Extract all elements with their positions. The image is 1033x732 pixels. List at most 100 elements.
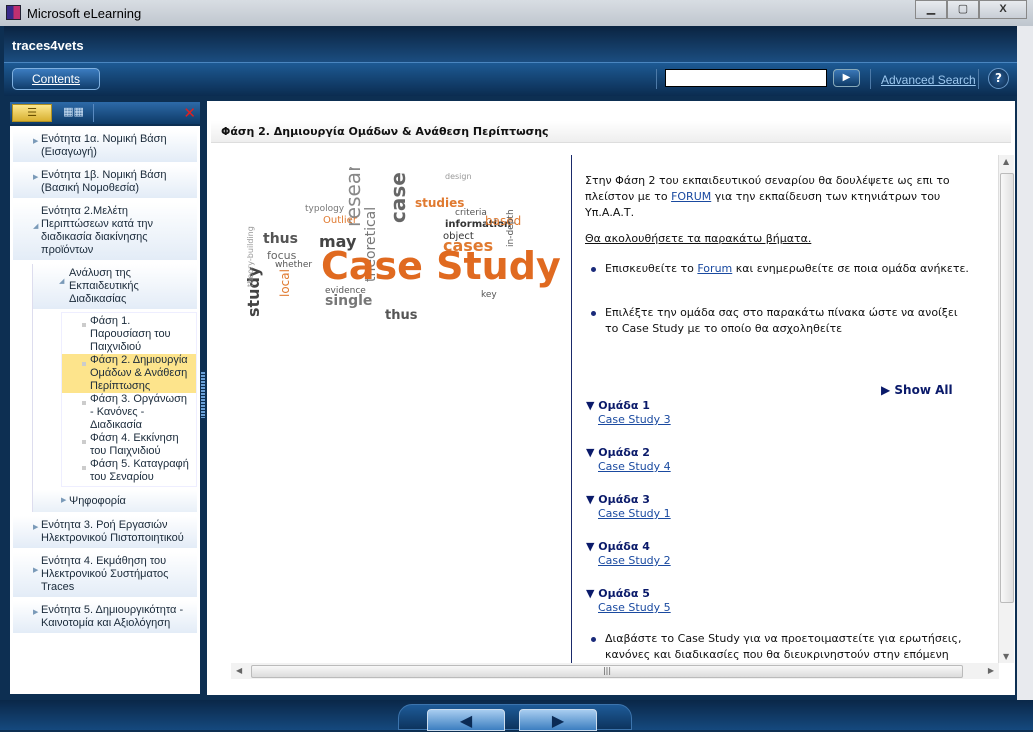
tree-leaf[interactable]: Φάση 5. Καταγραφή του Σεναρίου <box>62 458 196 484</box>
previous-button[interactable]: ◀ <box>427 709 505 731</box>
tree-leaf-label: Φάση 2. Δημιουργία Ομάδων & Ανάθεση Περί… <box>90 354 188 392</box>
thumbnail-view-tab[interactable]: ▦▦ <box>54 104 94 122</box>
group-name: Ομάδα 2 <box>598 446 650 459</box>
desktop-edge <box>1017 26 1033 730</box>
advanced-search-link[interactable]: Advanced Search <box>881 73 976 87</box>
bullet-text: και ενημερωθείτε σε ποια ομάδα ανήκετε. <box>732 262 969 275</box>
scroll-left-icon[interactable]: ◀ <box>236 666 242 675</box>
group-toggle[interactable]: ▼ Ομάδα 4 <box>586 540 650 553</box>
expand-arrow-icon: ▶ <box>881 383 895 397</box>
expand-arrow-icon: ▶ <box>61 497 67 504</box>
column-divider <box>571 155 572 663</box>
next-arrow-icon: ▶ <box>551 711 565 730</box>
scroll-down-icon[interactable]: ▼ <box>1003 652 1009 661</box>
contents-button[interactable]: Contents <box>12 68 100 90</box>
group-toggle[interactable]: ▼ Ομάδα 1 <box>586 399 650 412</box>
tree-item[interactable]: ▶ Ενότητα 1α. Νομική Βάση (Εισαγωγή) <box>13 130 197 162</box>
search-go-button[interactable]: ▶ <box>833 69 860 87</box>
tree-item-label: Ενότητα 2.Μελέτη Περιπτώσεων κατά την δι… <box>41 205 154 256</box>
case-study-link[interactable]: Case Study 1 <box>598 507 671 521</box>
tree-leaf-selected[interactable]: Φάση 2. Δημιουργία Ομάδων & Ανάθεση Περί… <box>62 354 196 393</box>
bullet-text: Επισκευθείτε το <box>605 262 698 275</box>
tree-leaf-label: Φάση 4. Εκκίνηση του Παιχνιδιού <box>90 432 179 457</box>
close-icon[interactable]: ✕ <box>183 104 196 122</box>
word: typology <box>305 204 345 214</box>
window-title: Microsoft eLearning <box>27 6 142 21</box>
next-button[interactable]: ▶ <box>519 709 597 731</box>
divider <box>870 69 871 89</box>
tree-leaf-label: Φάση 3. Οργάνωση - Κανόνες - Διαδικασία <box>90 393 187 431</box>
forum-link-2[interactable]: Forum <box>697 262 732 275</box>
scroll-thumb[interactable]: ||| <box>251 665 963 678</box>
word: Outlier <box>323 215 358 226</box>
horizontal-scrollbar[interactable]: ◀ ||| ▶ <box>231 663 999 679</box>
minimize-button[interactable]: ▁ <box>915 0 947 19</box>
case-study-title: Case Study <box>321 244 561 288</box>
word: single <box>325 293 372 309</box>
tree-item-label: Ενότητα 1β. Νομική Βάση (Βασική Νομοθεσί… <box>41 169 167 194</box>
tree-item[interactable]: ▶ Ψηφοφορία <box>33 490 197 512</box>
case-study-link[interactable]: Case Study 4 <box>598 460 671 474</box>
word: case <box>386 172 410 223</box>
word: in-depth <box>506 209 516 247</box>
collapse-arrow-icon: ◢ <box>33 223 39 230</box>
content-scroll-area: design studies typology research case in… <box>231 155 999 663</box>
group-item: ▼ Ομάδα 1 Case Study 3 <box>586 399 671 427</box>
group-toggle[interactable]: ▼ Ομάδα 5 <box>586 587 650 600</box>
tree-item[interactable]: ◢ Ανάλυση της Εκπαιδευτικής Διαδικασίας <box>33 264 197 309</box>
tree-item[interactable]: ▶ Ενότητα 4. Εκμάθηση του Ηλεκτρονικού Συ… <box>13 552 197 597</box>
collapse-arrow-icon: ◢ <box>59 278 65 285</box>
toolbar: Contents ▶ Advanced Search ? <box>4 62 1017 96</box>
forum-link[interactable]: FORUM <box>671 190 711 203</box>
tree-item[interactable]: ◢ Ενότητα 2.Μελέτη Περιπτώσεων κατά την δ… <box>13 202 197 260</box>
group-toggle[interactable]: ▼ Ομάδα 3 <box>586 493 650 506</box>
bullet-icon <box>82 466 86 470</box>
case-study-link[interactable]: Case Study 5 <box>598 601 671 615</box>
case-study-link[interactable]: Case Study 3 <box>598 413 671 427</box>
tree-item[interactable]: ▶ Ενότητα 1β. Νομική Βάση (Βασική Νομοθεσ… <box>13 166 197 198</box>
tree-item-label: Ανάλυση της Εκπαιδευτικής Διαδικασίας <box>69 267 139 305</box>
scroll-right-icon[interactable]: ▶ <box>988 666 994 675</box>
word: thus <box>263 231 298 247</box>
expand-arrow-icon: ▶ <box>33 609 39 616</box>
close-window-button[interactable]: X <box>979 0 1027 19</box>
group-item: ▼ Ομάδα 4 Case Study 2 <box>586 540 671 568</box>
maximize-button[interactable]: ▢ <box>947 0 979 19</box>
tree-item-label: Ενότητα 5. Δημιουργικότητα - Καινοτομία … <box>41 604 184 629</box>
group-item: ▼ Ομάδα 5 Case Study 5 <box>586 587 671 615</box>
vertical-scrollbar[interactable]: ▲ ▼ <box>998 155 1014 663</box>
bullet-icon <box>82 401 86 405</box>
list-view-tab[interactable]: ☰ <box>12 104 52 122</box>
tree-item[interactable]: ▶ Ενότητα 3. Ροή Εργασιών Ηλεκτρονικού Πι… <box>13 516 197 548</box>
tree-leaf[interactable]: Φάση 3. Οργάνωση - Κανόνες - Διαδικασία <box>62 393 196 432</box>
panel-splitter[interactable] <box>201 372 205 418</box>
word: key <box>481 290 497 300</box>
bullet-item: Διαβάστε το Case Study για να προετοιμασ… <box>591 631 971 663</box>
show-all-label: Show All <box>894 383 953 397</box>
divider <box>656 69 657 89</box>
tree-leaf[interactable]: Φάση 4. Εκκίνηση του Παιχνιδιού <box>62 432 196 458</box>
navigation-bar: ◀ ▶ <box>0 700 1033 731</box>
page-title: Φάση 2. Δημιουργία Ομάδων & Ανάθεση Περί… <box>211 121 1011 143</box>
word: criteria <box>455 208 487 218</box>
tree-item-label: Ψηφοφορία <box>69 495 126 507</box>
bullet-item: Επισκευθείτε το Forum και ενημερωθείτε σ… <box>591 261 971 277</box>
bullet-item: Επιλέξτε την ομάδα σας στο παρακάτω πίνα… <box>591 305 971 337</box>
app-header: traces4vets <box>4 26 1017 62</box>
tree-item-label: Ενότητα 3. Ροή Εργασιών Ηλεκτρονικού Πισ… <box>41 519 184 544</box>
tree-item-label: Ενότητα 1α. Νομική Βάση (Εισαγωγή) <box>41 133 167 158</box>
divider <box>978 69 979 89</box>
play-arrow-icon: ▶ <box>842 72 851 83</box>
thumbnail-view-icon: ▦▦ <box>63 105 84 118</box>
help-button[interactable]: ? <box>988 68 1009 89</box>
group-toggle[interactable]: ▼ Ομάδα 2 <box>586 446 650 459</box>
scroll-up-icon[interactable]: ▲ <box>1003 157 1009 166</box>
steps-heading: Θα ακολουθήσετε τα παρακάτω βήματα. <box>585 232 812 245</box>
scroll-thumb[interactable] <box>1000 173 1014 603</box>
tree-item[interactable]: ▶ Ενότητα 5. Δημιουργικότητα - Καινοτομία… <box>13 601 197 633</box>
tree-leaf[interactable]: Φάση 1. Παρουσίαση του Παιχνιδιού <box>62 315 196 354</box>
search-input[interactable] <box>665 69 827 87</box>
tree-leaf-label: Φάση 1. Παρουσίαση του Παιχνιδιού <box>90 315 171 353</box>
show-all-button[interactable]: ▶ Show All <box>881 383 953 397</box>
case-study-link[interactable]: Case Study 2 <box>598 554 671 568</box>
